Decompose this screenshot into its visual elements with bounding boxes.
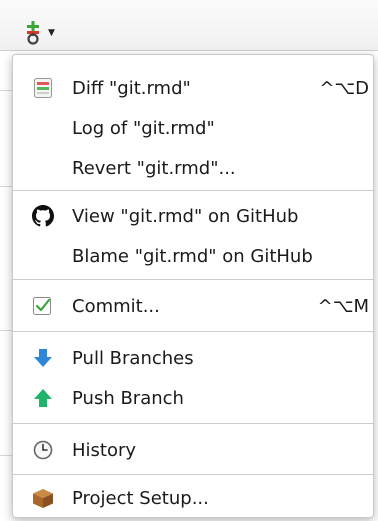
box-icon [32,487,54,509]
git-dropdown-menu: Diff "git.rmd" ^⌥D Log of "git.rmd" Reve… [12,54,374,518]
menu-item-label: Revert "git.rmd"... [72,158,236,179]
menu-item-revert[interactable]: Revert "git.rmd"... [13,148,373,188]
menu-separator [13,423,373,424]
menu-item-label: Push Branch [72,388,184,409]
menu-item-label: Pull Branches [72,348,194,369]
editor-rule [0,330,12,331]
menu-item-label: Commit... [72,296,160,317]
clock-icon [32,439,54,461]
pull-arrow-icon [32,347,54,369]
editor-rule [0,90,12,91]
menu-item-commit[interactable]: Commit... ^⌥M [13,286,373,326]
menu-item-view-on-github[interactable]: View "git.rmd" on GitHub [13,196,373,236]
editor-rule [0,186,12,187]
menu-item-label: History [72,440,137,461]
menu-item-pull-branches[interactable]: Pull Branches [13,338,373,378]
menu-item-blame-on-github[interactable]: Blame "git.rmd" on GitHub [13,236,373,276]
menu-item-shortcut: ^⌥D [319,78,369,99]
diff-icon [32,77,54,99]
menu-item-label: Blame "git.rmd" on GitHub [72,246,313,267]
vcs-toolbar: ▼ [0,0,378,51]
menu-item-label: Project Setup... [72,488,209,509]
menu-item-push-branch[interactable]: Push Branch [13,378,373,418]
menu-item-diff[interactable]: Diff "git.rmd" ^⌥D [13,68,373,108]
github-icon [32,205,54,227]
commit-checkbox-icon [32,295,54,317]
menu-item-label: Log of "git.rmd" [72,118,215,139]
menu-item-label: View "git.rmd" on GitHub [72,206,299,227]
menu-item-project-setup[interactable]: Project Setup... [13,478,373,518]
editor-rule [0,455,12,456]
menu-item-label: Diff "git.rmd" [72,78,191,99]
caret-down-icon: ▼ [48,28,55,38]
menu-separator [13,331,373,332]
git-menu-button[interactable]: ▼ [24,21,55,47]
menu-separator [13,190,373,191]
menu-separator [13,474,373,475]
menu-separator [13,279,373,280]
push-arrow-icon [32,387,54,409]
menu-item-log[interactable]: Log of "git.rmd" [13,108,373,148]
menu-item-history[interactable]: History [13,430,373,470]
menu-item-shortcut: ^⌥M [317,296,369,317]
git-icon [24,21,42,49]
